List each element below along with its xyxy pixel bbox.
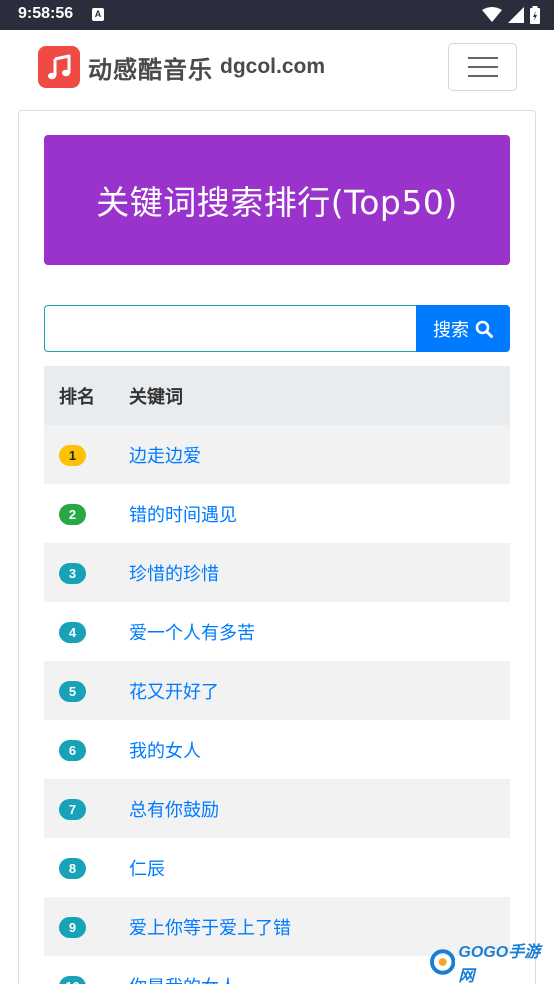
keyword-column-header: 关键词 <box>129 366 510 425</box>
rank-cell: 4 <box>44 602 129 661</box>
search-icon <box>475 320 493 338</box>
page-title: 关键词搜索排行(Top50) <box>96 183 458 222</box>
table-row: 6 我的女人 <box>44 720 510 779</box>
keyword-link[interactable]: 我的女人 <box>129 741 201 762</box>
signal-icon <box>508 7 524 23</box>
rank-cell: 6 <box>44 720 129 779</box>
table-row: 3 珍惜的珍惜 <box>44 543 510 602</box>
search-button[interactable]: 搜索 <box>416 305 510 352</box>
rank-cell: 2 <box>44 484 129 543</box>
keyword-link[interactable]: 花又开好了 <box>129 682 219 703</box>
gogo-logo-icon <box>430 949 456 975</box>
rank-badge: 7 <box>59 798 86 820</box>
table-row: 8 仁辰 <box>44 838 510 897</box>
music-note-icon <box>38 46 80 88</box>
watermark-text: GOGO手游网 <box>458 944 541 984</box>
table-body: 1 边走边爱 2 错的时间遇见 3 珍惜的珍惜 4 爱一个人有多苦 5 花又开好了 6 我的女人 7 总有… <box>44 425 510 984</box>
keyword-cell: 错的时间遇见 <box>129 484 510 543</box>
keyword-cell: 我的女人 <box>129 720 510 779</box>
rank-cell: 9 <box>44 897 129 956</box>
keyword-link[interactable]: 爱上你等于爱上了错 <box>129 918 291 939</box>
table-row: 1 边走边爱 <box>44 425 510 484</box>
wifi-icon <box>482 7 502 22</box>
table-header-row: 排名 关键词 <box>44 366 510 425</box>
notification-a-icon: A <box>92 8 104 21</box>
search-button-label: 搜索 <box>433 319 469 341</box>
keyword-cell: 珍惜的珍惜 <box>129 543 510 602</box>
keyword-link[interactable]: 错的时间遇见 <box>129 505 237 526</box>
rank-badge: 5 <box>59 680 86 702</box>
keyword-ranking-table: 排名 关键词 1 边走边爱 2 错的时间遇见 3 珍惜的珍惜 4 爱一个人有多苦 5 花又开好了 6… <box>44 366 510 984</box>
rank-badge: 4 <box>59 621 86 643</box>
rank-badge: 6 <box>59 739 86 761</box>
rank-cell: 7 <box>44 779 129 838</box>
table-row: 4 爱一个人有多苦 <box>44 602 510 661</box>
rank-cell: 10 <box>44 956 129 984</box>
keyword-link[interactable]: 边走边爱 <box>129 446 201 467</box>
status-bar: 9:58:56 A <box>0 0 554 30</box>
keyword-cell: 仁辰 <box>129 838 510 897</box>
rank-cell: 3 <box>44 543 129 602</box>
table-row: 5 花又开好了 <box>44 661 510 720</box>
hamburger-line <box>467 66 498 68</box>
keyword-link[interactable]: 仁辰 <box>129 859 165 880</box>
rank-cell: 1 <box>44 425 129 484</box>
rank-cell: 8 <box>44 838 129 897</box>
search-bar: 搜索 <box>44 305 510 352</box>
keyword-cell: 边走边爱 <box>129 425 510 484</box>
table-row: 7 总有你鼓励 <box>44 779 510 838</box>
page-banner: 关键词搜索排行(Top50) <box>44 135 510 265</box>
brand-domain: dgcol.com <box>220 55 326 78</box>
rank-badge: 8 <box>59 857 86 879</box>
hamburger-icon <box>467 57 498 59</box>
system-icons <box>482 6 540 24</box>
rank-cell: 5 <box>44 661 129 720</box>
keyword-link[interactable]: 你是我的女人 <box>129 977 237 984</box>
rank-badge: 9 <box>59 916 86 938</box>
table-row: 2 错的时间遇见 <box>44 484 510 543</box>
brand-name: 动感酷音乐 <box>88 55 213 84</box>
keyword-link[interactable]: 珍惜的珍惜 <box>129 564 219 585</box>
navbar: 动感酷音乐 dgcol.com <box>0 30 554 104</box>
keyword-cell: 总有你鼓励 <box>129 779 510 838</box>
battery-icon <box>530 6 540 24</box>
status-time: 9:58:56 <box>18 5 74 22</box>
rank-badge: 2 <box>59 503 86 525</box>
menu-toggle-button[interactable] <box>448 43 517 91</box>
keyword-cell: 爱一个人有多苦 <box>129 602 510 661</box>
keyword-link[interactable]: 爱一个人有多苦 <box>129 623 255 644</box>
keyword-link[interactable]: 总有你鼓励 <box>129 800 219 821</box>
watermark: GOGO手游网 <box>430 944 554 984</box>
brand-link[interactable]: 动感酷音乐 dgcol.com <box>38 46 325 88</box>
hamburger-line <box>467 75 498 77</box>
rank-badge: 10 <box>59 975 86 984</box>
keyword-cell: 花又开好了 <box>129 661 510 720</box>
rank-column-header: 排名 <box>44 366 129 425</box>
rank-badge: 1 <box>59 444 86 466</box>
search-input[interactable] <box>44 305 416 352</box>
main-card: 关键词搜索排行(Top50) 搜索 排名 关键词 1 边走边爱 2 错的时间遇见 3 珍惜… <box>18 110 536 984</box>
rank-badge: 3 <box>59 562 86 584</box>
